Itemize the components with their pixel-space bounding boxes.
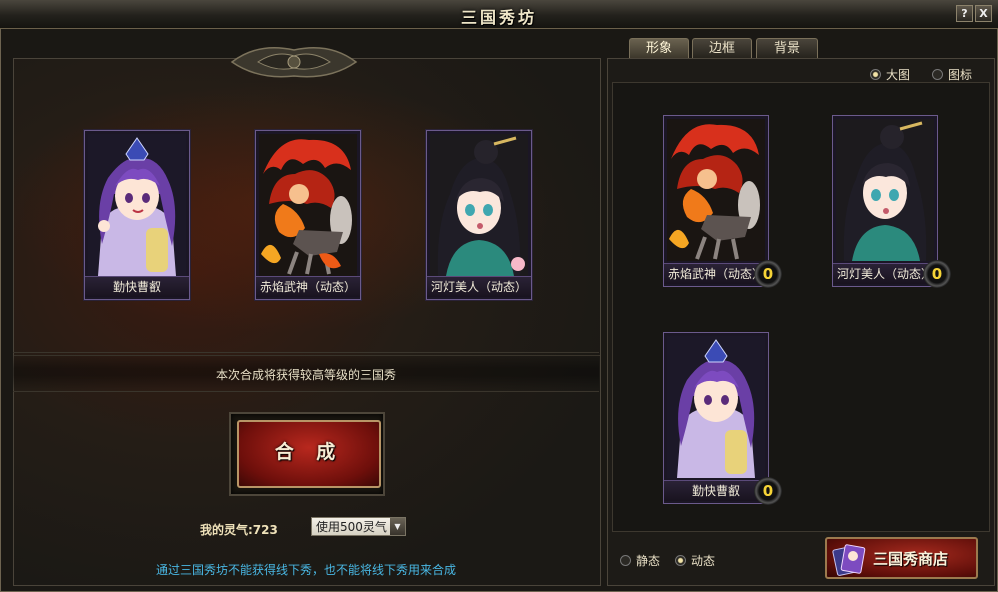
synth-slot-3[interactable]: 河灯美人（动态）	[426, 130, 532, 300]
synth-slot-1[interactable]: 勤快曹叡	[84, 130, 190, 300]
synth-slot-3-name: 河灯美人（动态）	[427, 276, 531, 297]
close-button[interactable]: X	[975, 5, 992, 22]
synthesis-info-text: 本次合成将获得较高等级的三国秀	[215, 368, 396, 382]
radio-selected-icon	[870, 69, 881, 80]
tab-border[interactable]: 边框	[692, 38, 752, 59]
radio-selected-icon	[675, 555, 686, 566]
gallery-item-3-count: 0	[754, 477, 782, 505]
help-button[interactable]: ?	[956, 5, 973, 22]
spirit-amount-label: 我的灵气:723	[200, 523, 278, 537]
flaming-warrior-portrait	[259, 134, 357, 276]
gallery-item-3[interactable]: 勤快曹叡 0	[663, 332, 782, 505]
synth-slot-1-name: 勤快曹叡	[85, 276, 189, 297]
purple-hair-character-portrait	[88, 134, 186, 276]
radio-unselected-icon	[620, 555, 631, 566]
view-icon-label: 图标	[948, 68, 973, 82]
shop-card-icon	[832, 544, 866, 576]
offline-show-hint: 通过三国秀坊不能获得线下秀，也不能将线下秀用来合成	[155, 563, 456, 577]
tab-appearance[interactable]: 形象	[629, 38, 689, 59]
purple-hair-character-portrait	[667, 336, 765, 478]
view-icon-option[interactable]: 图标	[932, 66, 972, 83]
flaming-warrior-portrait	[667, 119, 765, 261]
chevron-down-icon[interactable]: ▼	[390, 518, 405, 535]
synth-slot-2-name: 赤焰武神（动态）	[256, 276, 360, 297]
show-shop-label: 三国秀商店	[873, 550, 949, 568]
spirit-use-select-value: 使用500灵气	[316, 520, 387, 534]
dark-hair-lady-portrait	[430, 134, 528, 276]
gallery-item-2[interactable]: 河灯美人（动态） 0	[832, 115, 951, 288]
gallery-item-2-count: 0	[923, 260, 951, 288]
gallery-item-1-name: 赤焰武神（动态）	[664, 263, 768, 284]
synthesize-button[interactable]: 合 成	[237, 420, 381, 488]
gallery-item-3-name: 勤快曹叡	[664, 480, 768, 501]
ornament-decoration	[230, 47, 358, 78]
show-shop-button[interactable]: 三国秀商店	[825, 537, 978, 579]
view-large-option[interactable]: 大图	[870, 66, 910, 83]
title-bar: 三国秀坊 ? X	[0, 0, 998, 29]
gallery-item-1[interactable]: 赤焰武神（动态） 0	[663, 115, 782, 288]
dark-hair-lady-portrait	[836, 119, 934, 261]
spirit-use-select[interactable]: 使用500灵气 ▼	[311, 517, 406, 536]
gallery-item-1-count: 0	[754, 260, 782, 288]
synth-slot-2[interactable]: 赤焰武神（动态）	[255, 130, 361, 300]
tab-background[interactable]: 背景	[756, 38, 818, 59]
gallery-item-2-name: 河灯美人（动态）	[833, 263, 937, 284]
window-title: 三国秀坊	[460, 8, 537, 27]
view-large-label: 大图	[886, 68, 911, 82]
mode-static-option[interactable]: 静态	[620, 552, 660, 569]
mode-static-label: 静态	[636, 554, 661, 568]
mode-dynamic-option[interactable]: 动态	[675, 552, 715, 569]
radio-unselected-icon	[932, 69, 943, 80]
mode-dynamic-label: 动态	[691, 554, 716, 568]
